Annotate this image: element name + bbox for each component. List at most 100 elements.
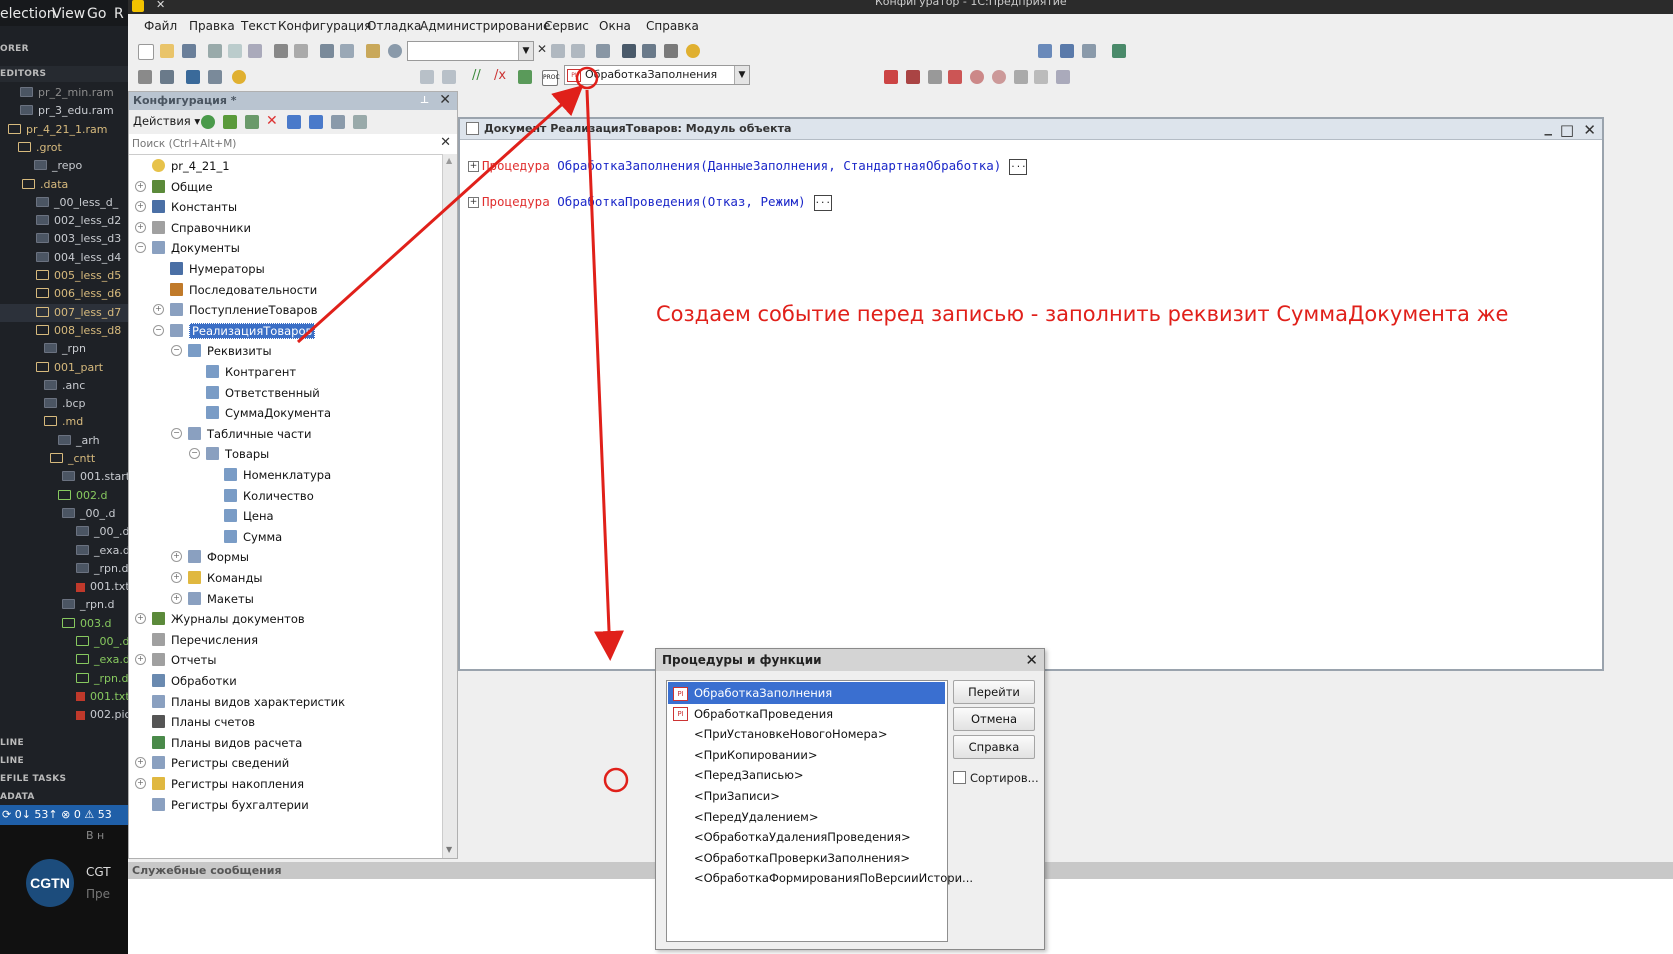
procedure-list-item[interactable]: <ОбработкаУдаленияПроведения> [668, 826, 945, 848]
file-tree-item[interactable]: 001.start.c [0, 468, 128, 486]
help-context-icon[interactable] [642, 44, 656, 58]
tree-node[interactable]: Последовательности [153, 280, 317, 300]
file-tree-item[interactable]: _00_.d [0, 633, 128, 651]
scroll-up-icon[interactable]: ▲ [446, 156, 452, 165]
file-tree-item[interactable]: 003_less_d3 [0, 230, 128, 248]
code-line-1[interactable]: Процедура ОбработкаЗаполнения(ДанныеЗапо… [482, 157, 1028, 175]
tree-scrollbar[interactable]: ▲ ▼ [442, 154, 457, 858]
outline-section[interactable]: LINE [0, 738, 24, 748]
file-tree-item[interactable]: 004_less_d4 [0, 249, 128, 267]
tree-node[interactable]: Количество [207, 486, 314, 506]
maximize-icon[interactable]: □ [1560, 120, 1574, 140]
chevron-down-icon[interactable]: ▼ [518, 42, 533, 60]
expand-icon[interactable]: + [135, 180, 146, 192]
tree-node[interactable]: СуммаДокумента [189, 403, 331, 423]
filter-icon[interactable] [353, 115, 367, 129]
code-line-2[interactable]: Процедура ОбработкаПроведения(Отказ, Реж… [482, 193, 832, 211]
close-icon[interactable]: ✕ [1583, 120, 1596, 140]
find-prev-icon[interactable] [571, 44, 585, 58]
close-icon[interactable]: ✕ [156, 0, 165, 11]
tree-node[interactable]: Регистры бухгалтерии [135, 795, 309, 815]
close-icon[interactable]: ✕ [1025, 649, 1038, 671]
chevron-down-icon[interactable]: ▼ [734, 66, 749, 84]
file-tree-item[interactable]: _arh [0, 432, 128, 450]
expand-icon[interactable]: + [135, 654, 146, 666]
disable-breakpoint-icon[interactable] [970, 70, 984, 84]
sort-checkbox[interactable]: Сортиров... [953, 771, 1039, 785]
file-tree-item[interactable]: _rpn.d [0, 596, 128, 614]
checkbox[interactable] [953, 771, 966, 784]
menu-windows[interactable]: Окна [599, 19, 631, 33]
expand-icon[interactable]: + [135, 613, 146, 625]
file-tree-item[interactable]: .bcp [0, 395, 128, 413]
tree-node[interactable]: + Команды [171, 568, 262, 588]
expand-icon[interactable]: + [135, 201, 146, 213]
tree-search-input[interactable] [130, 135, 434, 153]
compare-icon[interactable] [1060, 44, 1074, 58]
tree-node[interactable]: − Табличные части [171, 424, 311, 444]
menu-text[interactable]: Текст [241, 19, 277, 33]
file-tree-item[interactable]: 002.d [0, 487, 128, 505]
menu-run[interactable]: R [114, 6, 124, 22]
expand-icon[interactable]: + [468, 161, 479, 172]
file-tree-item[interactable]: .grot [0, 139, 128, 157]
cut-icon[interactable] [208, 44, 222, 58]
clear-search-icon[interactable]: ✕ [440, 135, 451, 150]
file-tree-item[interactable]: _rpn.d [0, 560, 128, 578]
step-icon[interactable] [1014, 70, 1028, 84]
file-tree-item[interactable]: 002.pic [0, 706, 128, 724]
repository-icon[interactable] [1112, 44, 1126, 58]
file-tree-item[interactable]: _exa.d [0, 651, 128, 669]
expand-icon[interactable]: + [171, 572, 182, 583]
search-combo[interactable]: ▼ [407, 41, 534, 61]
tree-node[interactable]: Сумма [207, 527, 282, 547]
tree-node[interactable]: Обработки [135, 671, 237, 691]
undo-icon[interactable] [320, 44, 334, 58]
file-tree-item[interactable]: _00_.d [0, 505, 128, 523]
collapse-icon[interactable]: − [153, 324, 164, 336]
procedure-list-item[interactable]: <ОбработкаПроверкиЗаполнения> [668, 847, 945, 869]
breakpoint-list-icon[interactable] [928, 70, 942, 84]
procedure-list-item[interactable]: PI ОбработкаЗаполнения [668, 682, 945, 704]
go-button[interactable]: Перейти [953, 680, 1035, 704]
uncomment-icon[interactable]: /x [494, 68, 506, 83]
tree-node[interactable]: + Макеты [171, 589, 254, 609]
config-tree-icon[interactable] [1038, 44, 1052, 58]
update-icon[interactable] [1082, 44, 1096, 58]
procedure-list-item[interactable]: <ПриКопировании> [668, 744, 945, 766]
tree-node[interactable]: Планы видов характеристик [135, 692, 345, 712]
outdent-icon[interactable] [442, 70, 456, 84]
help-button[interactable]: Справка [953, 735, 1035, 759]
tree-node[interactable]: Нумераторы [153, 259, 265, 279]
tree-node[interactable]: Ответственный [189, 383, 320, 403]
list-icon[interactable] [208, 70, 222, 84]
file-tree-item[interactable]: _cntt [0, 450, 128, 468]
save-icon[interactable] [182, 44, 196, 58]
indent-icon[interactable] [420, 70, 434, 84]
print-icon[interactable] [274, 44, 288, 58]
copy-icon[interactable] [228, 44, 242, 58]
file-tree-item[interactable]: _exa.d [0, 542, 128, 560]
actions-menu[interactable]: Действия ▾ [133, 114, 200, 128]
file-tree-item[interactable]: _rpn [0, 340, 128, 358]
file-tree-item[interactable]: 002_less_d2 [0, 212, 128, 230]
expand-icon[interactable]: + [171, 551, 182, 563]
module-icon[interactable] [160, 70, 174, 84]
find-next-icon[interactable] [551, 44, 565, 58]
add-icon[interactable] [201, 115, 215, 129]
database-icon[interactable] [186, 70, 200, 84]
open-icon[interactable] [160, 44, 174, 58]
file-tree-item[interactable]: pr_2_min.ram [0, 84, 128, 102]
procedure-list-item[interactable]: <ОбработкаФормированияПоВерсииИстори... [668, 867, 973, 889]
tree-node[interactable]: − РеализацияТоваров [153, 321, 316, 341]
find-icon[interactable] [366, 44, 380, 58]
collapsed-body[interactable]: ... [813, 194, 832, 211]
breakpoint-cond-icon[interactable] [906, 70, 920, 84]
collapsed-body[interactable]: ... [1009, 158, 1028, 175]
tree-node[interactable]: + Справочники [135, 218, 251, 238]
vscode-statusbar[interactable]: ⟳ 0↓ 53↑ ⊗ 0 ⚠ 53 [0, 805, 128, 825]
tree-node[interactable]: + Журналы документов [135, 609, 305, 629]
expand-icon[interactable]: + [135, 221, 146, 233]
step-over-icon[interactable] [1034, 70, 1048, 84]
expand-icon[interactable]: + [135, 757, 146, 769]
